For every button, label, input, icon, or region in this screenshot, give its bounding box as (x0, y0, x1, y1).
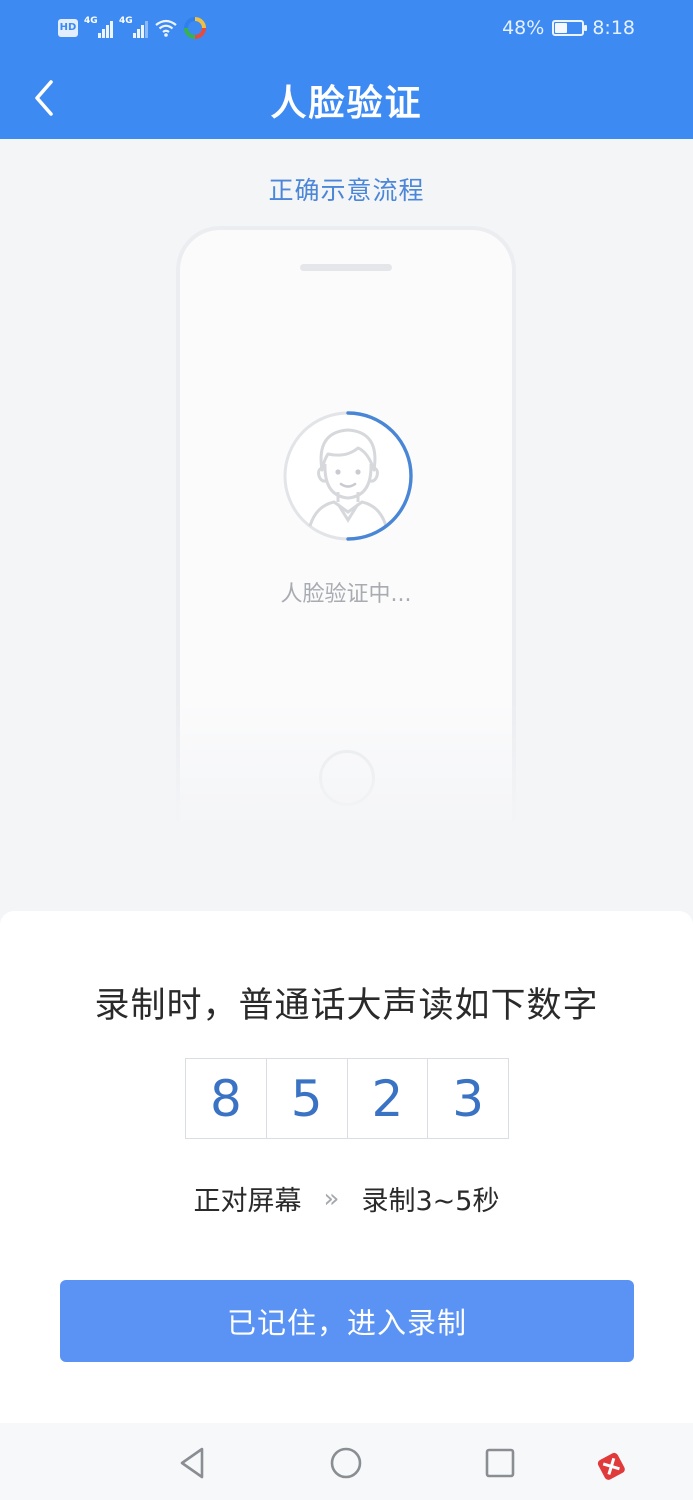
app-header: HD 4G 4G 48% 8:18 人脸验证 (0, 0, 693, 139)
nav-back-icon (180, 1447, 204, 1479)
status-bar-right: 48% 8:18 (502, 15, 635, 41)
status-bar-left: HD 4G 4G (58, 15, 206, 41)
start-recording-button[interactable]: 已记住，进入录制 (60, 1280, 634, 1362)
digit-cell: 5 (267, 1059, 348, 1138)
recording-sheet: 录制时，普通话大声读如下数字 8 5 2 3 正对屏幕 » 录制3~5秒 已记住… (0, 911, 693, 1423)
recording-steps: 正对屏幕 » 录制3~5秒 (0, 1179, 693, 1218)
hd-icon: HD (58, 19, 78, 37)
demo-flow-label: 正确示意流程 (268, 176, 425, 205)
signal-icon: 4G (119, 16, 148, 38)
battery-icon (552, 20, 588, 36)
title-bar: 人脸验证 (0, 56, 693, 139)
progress-ring-icon (346, 411, 413, 541)
nav-home-button[interactable] (326, 1443, 366, 1483)
step-face-screen: 正对屏幕 (193, 1186, 302, 1217)
battery-percent: 48% (502, 17, 545, 39)
app-icon (184, 17, 206, 39)
step-record-duration: 录制3~5秒 (361, 1186, 500, 1217)
network-type-label: 4G (84, 16, 98, 26)
phone-speaker (300, 264, 392, 271)
clock: 8:18 (592, 17, 635, 39)
digit-code: 8 5 2 3 (185, 1058, 509, 1139)
digit-cell: 3 (452, 1069, 485, 1128)
read-instruction: 录制时，普通话大声读如下数字 (94, 986, 599, 1026)
phone-fade-overlay (160, 700, 532, 860)
nav-back-button[interactable] (172, 1443, 212, 1483)
double-chevron-right-icon: » (323, 1183, 340, 1214)
face-avatar (280, 408, 416, 544)
nav-recents-button[interactable] (480, 1443, 520, 1483)
verifying-status: 人脸验证中... (280, 582, 412, 607)
watermark-logo (590, 1400, 690, 1484)
wifi-icon (155, 19, 177, 37)
status-bar: HD 4G 4G 48% 8:18 (0, 0, 693, 56)
page-title: 人脸验证 (270, 83, 423, 124)
digit-cell: 8 (186, 1059, 267, 1138)
nav-recents-icon (485, 1448, 515, 1478)
nav-home-icon (330, 1447, 362, 1479)
digit-cell: 2 (348, 1059, 429, 1138)
signal-icon: 4G (84, 16, 113, 38)
network-type-label: 4G (119, 16, 133, 26)
